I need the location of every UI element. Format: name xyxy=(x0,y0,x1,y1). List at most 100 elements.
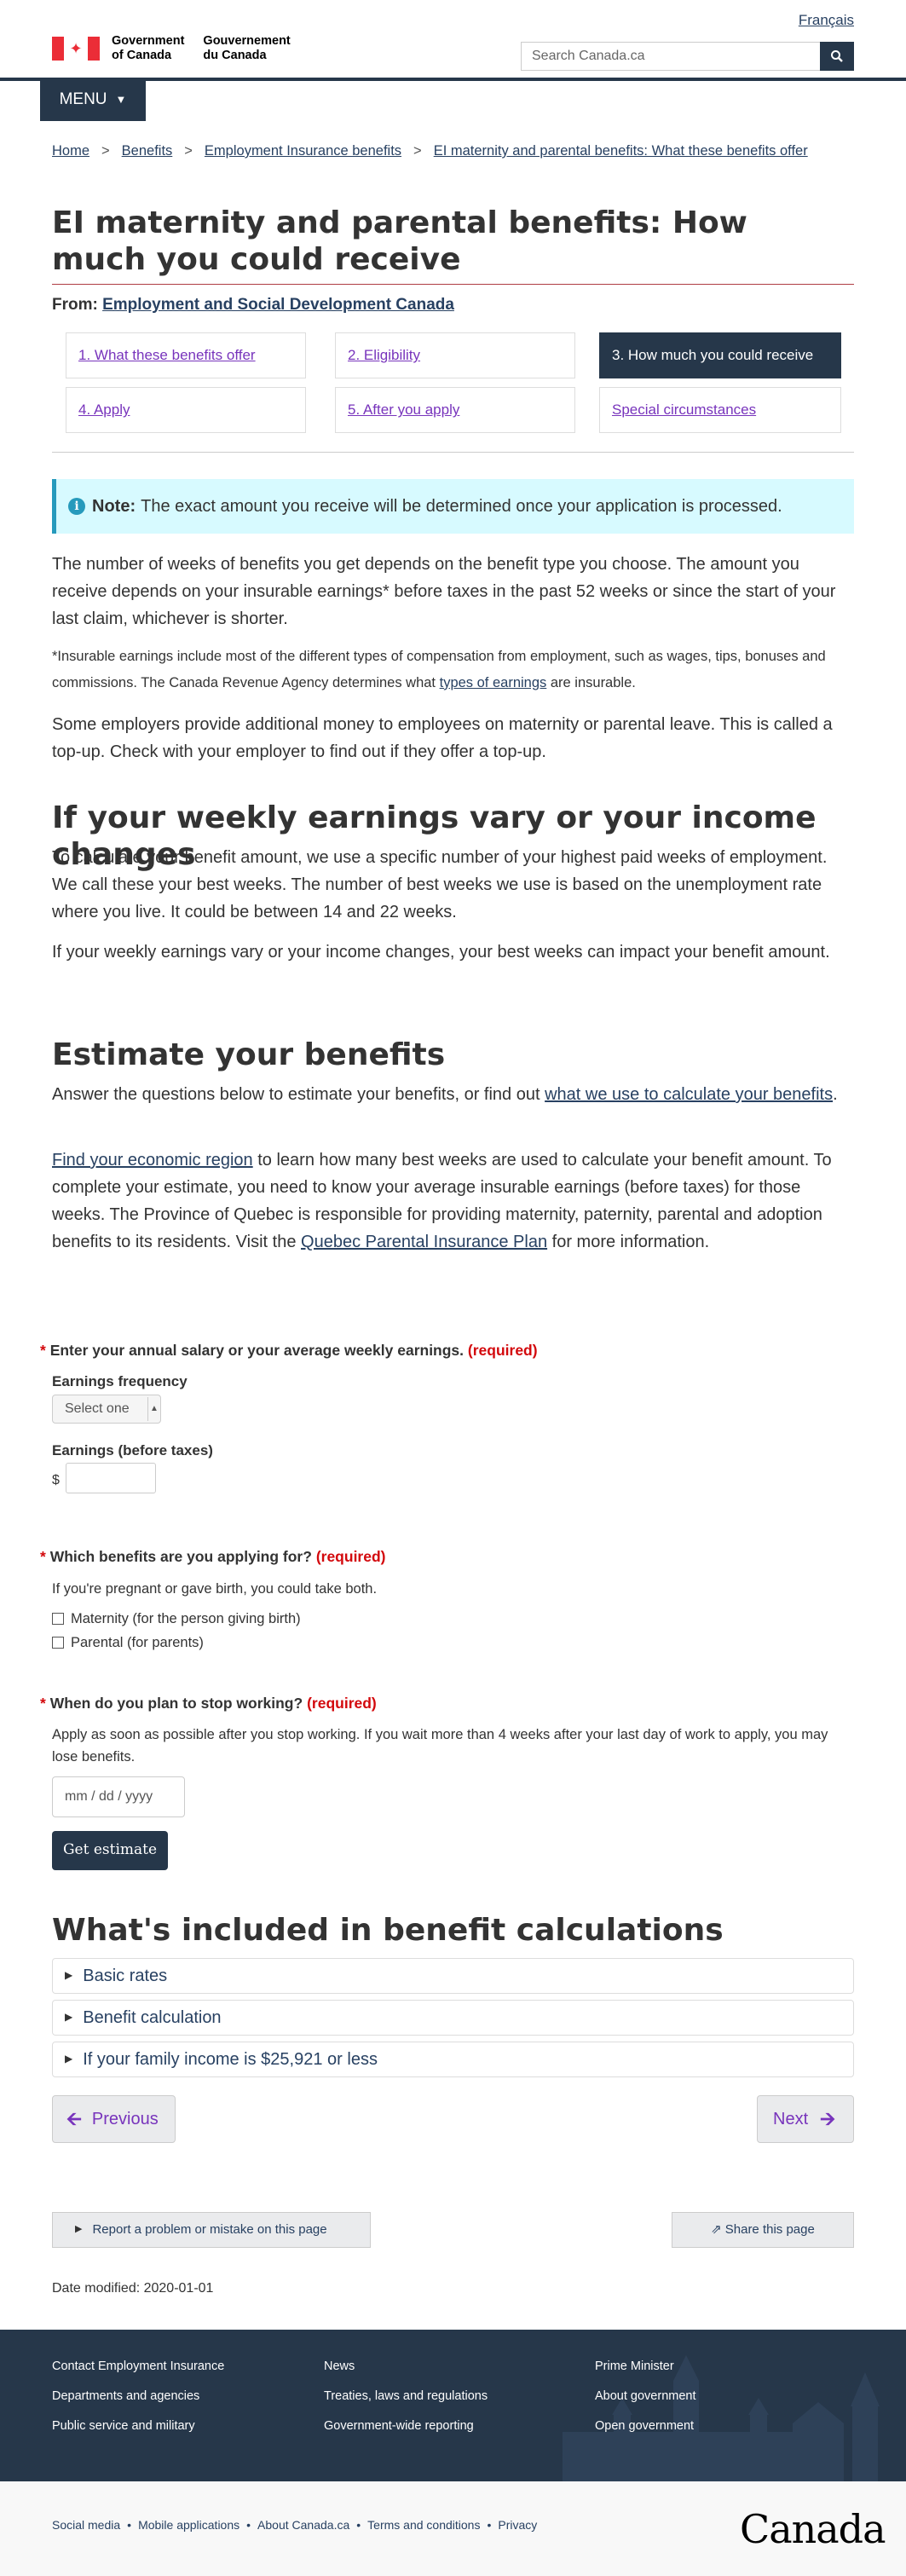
caret-right-icon: ▶ xyxy=(75,2224,83,2235)
footer-reporting[interactable]: Government-wide reporting xyxy=(324,2417,474,2436)
types-of-earnings-link[interactable]: types of earnings xyxy=(440,675,547,690)
breadcrumb-ei-benefits[interactable]: Employment Insurance benefits xyxy=(205,143,401,159)
breadcrumb-ei-maternity[interactable]: EI maternity and parental benefits: What… xyxy=(434,143,808,159)
step-4-link[interactable]: 4. Apply xyxy=(78,398,130,421)
vary-paragraph-2: If your weekly earnings vary or your inc… xyxy=(52,943,830,962)
top-up-paragraph: Some employers provide additional money … xyxy=(52,715,833,761)
footer-news[interactable]: News xyxy=(324,2357,355,2377)
economic-region-link[interactable]: Find your economic region xyxy=(52,1151,253,1170)
caret-right-icon: ▶ xyxy=(65,1969,73,1982)
share-button[interactable]: ⇗ Share this page xyxy=(672,2212,854,2248)
parental-checkbox[interactable]: Parental (for parents) xyxy=(52,1632,204,1654)
date-modified: Date modified: 2020-01-01 xyxy=(52,2281,214,2296)
earnings-input[interactable] xyxy=(66,1463,156,1493)
gov-name-fr: Gouvernement du Canada xyxy=(203,34,291,62)
next-button[interactable]: Next 🡪 xyxy=(757,2095,854,2143)
breadcrumb-benefits[interactable]: Benefits xyxy=(122,143,173,159)
insurable-earnings-footnote: *Insurable earnings include most of the … xyxy=(52,649,826,690)
step-3-label: 3. How much you could receive xyxy=(612,347,814,364)
frequency-select[interactable]: Select one ▲ xyxy=(52,1395,161,1424)
step-1[interactable]: 1. What these benefits offer xyxy=(66,332,306,378)
calculation-link[interactable]: what we use to calculate your benefits xyxy=(545,1085,833,1104)
stop-date-input[interactable]: mm / dd / yyyy xyxy=(52,1776,185,1817)
language-toggle-link[interactable]: Français xyxy=(799,9,854,32)
footer-contact-ei[interactable]: Contact Employment Insurance xyxy=(52,2357,224,2377)
footer-about-canada[interactable]: About Canada.ca xyxy=(257,2518,349,2532)
maternity-checkbox[interactable]: Maternity (for the person giving birth) xyxy=(52,1608,301,1630)
step-2[interactable]: 2. Eligibility xyxy=(335,332,575,378)
footer-main: Contact Employment Insurance Departments… xyxy=(0,2330,906,2481)
note-alert: i Note: The exact amount you receive wil… xyxy=(52,479,854,534)
arrow-right-icon: 🡪 xyxy=(820,2108,835,2130)
step-special[interactable]: Special circumstances xyxy=(599,387,841,433)
footer-bottom: Social media • Mobile applications • About C… xyxy=(0,2481,906,2576)
estimate-paragraph-2: Find your economic region to learn how m… xyxy=(52,1151,832,1251)
step-4[interactable]: 4. Apply xyxy=(66,387,306,433)
step-1-link[interactable]: 1. What these benefits offer xyxy=(78,344,256,367)
footer-treaties[interactable]: Treaties, laws and regulations xyxy=(324,2387,488,2406)
footer-bottom-links: Social media • Mobile applications • About C… xyxy=(52,2518,538,2532)
caret-right-icon: ▶ xyxy=(65,2011,73,2024)
estimate-heading: Estimate your benefits xyxy=(52,1037,446,1072)
get-estimate-button[interactable]: Get estimate xyxy=(52,1831,168,1870)
gov-name-en: Government of Canada xyxy=(112,34,185,62)
info-icon: i xyxy=(68,498,85,515)
currency-symbol: $ xyxy=(52,1473,60,1487)
footer-public-service[interactable]: Public service and military xyxy=(52,2417,195,2436)
title-rule xyxy=(52,284,854,285)
chevron-down-icon: ▼ xyxy=(115,92,127,106)
parliament-skyline-image xyxy=(563,2355,880,2481)
menu-button[interactable]: MENU ▼ xyxy=(40,78,146,121)
canada-wordmark: Canada xyxy=(740,2506,886,2552)
benefit-calculation-expander[interactable]: ▶ Benefit calculation xyxy=(52,2000,854,2036)
step-2-link[interactable]: 2. Eligibility xyxy=(348,344,420,367)
vary-paragraph-1: To calculate your benefit amount, we use… xyxy=(52,848,828,921)
search-input[interactable]: Search Canada.ca xyxy=(521,42,821,71)
footer-prime-minister[interactable]: Prime Minister xyxy=(595,2357,674,2377)
menu-label: MENU xyxy=(59,90,107,108)
arrow-left-icon: 🡨 xyxy=(66,2108,82,2130)
share-icon: ⇗ xyxy=(711,2222,722,2237)
footer-terms[interactable]: Terms and conditions xyxy=(367,2518,480,2532)
breadcrumb: Home > Benefits > Employment Insurance benef… xyxy=(52,143,808,159)
canada-flag-icon: ✦ xyxy=(52,36,100,61)
benefits-hint: If you're pregnant or gave birth, you co… xyxy=(52,1581,378,1597)
page-title: EI maternity and parental benefits: How … xyxy=(52,205,747,278)
from-link[interactable]: Employment and Social Development Canada xyxy=(102,296,454,314)
stop-working-hint: Apply as soon as possible after you stop… xyxy=(52,1727,828,1765)
caret-right-icon: ▶ xyxy=(65,2053,73,2065)
footer-mobile-apps[interactable]: Mobile applications xyxy=(138,2518,239,2532)
note-label: Note: xyxy=(92,497,136,516)
intro-paragraph: The number of weeks of benefits you get … xyxy=(52,555,836,628)
earnings-label: Earnings (before taxes) xyxy=(52,1442,213,1458)
select-arrow-icon: ▲ xyxy=(147,1397,160,1421)
step-3-current[interactable]: 3. How much you could receive xyxy=(599,332,841,378)
salary-question: * Enter your annual salary or your avera… xyxy=(40,1342,538,1359)
basic-rates-expander[interactable]: ▶ Basic rates xyxy=(52,1958,854,1994)
step-5-link[interactable]: 5. After you apply xyxy=(348,398,459,421)
benefits-question: * Which benefits are you applying for? (… xyxy=(40,1548,386,1565)
steps-rule xyxy=(52,452,854,453)
footer-about-government[interactable]: About government xyxy=(595,2387,696,2406)
stop-working-question: * When do you plan to stop working? (req… xyxy=(40,1695,377,1712)
from-label: From: xyxy=(52,296,98,314)
footer-departments[interactable]: Departments and agencies xyxy=(52,2387,199,2406)
footer-privacy[interactable]: Privacy xyxy=(498,2518,537,2532)
step-special-link[interactable]: Special circumstances xyxy=(612,398,756,421)
family-income-expander[interactable]: ▶ If your family income is $25,921 or les… xyxy=(52,2042,854,2077)
frequency-label: Earnings frequency xyxy=(52,1373,188,1389)
note-text: The exact amount you receive will be det… xyxy=(141,497,782,516)
included-heading: What's included in benefit calculations xyxy=(52,1913,724,1948)
estimate-paragraph-1: Answer the questions below to estimate y… xyxy=(52,1085,838,1104)
report-problem-button[interactable]: ▶ Report a problem or mistake on this pag… xyxy=(52,2212,371,2248)
breadcrumb-home[interactable]: Home xyxy=(52,143,89,159)
search-button[interactable] xyxy=(820,42,854,71)
qpip-link[interactable]: Quebec Parental Insurance Plan xyxy=(301,1233,547,1251)
search-icon xyxy=(831,50,843,62)
footer-social-media[interactable]: Social media xyxy=(52,2518,120,2532)
previous-button[interactable]: 🡨 Previous xyxy=(52,2095,176,2143)
footer-open-government[interactable]: Open government xyxy=(595,2417,694,2436)
step-5[interactable]: 5. After you apply xyxy=(335,387,575,433)
government-of-canada-signature[interactable]: ✦ Government of Canada Gouvernement du Can… xyxy=(52,34,309,62)
from-line: From: Employment and Social Development … xyxy=(52,292,454,318)
